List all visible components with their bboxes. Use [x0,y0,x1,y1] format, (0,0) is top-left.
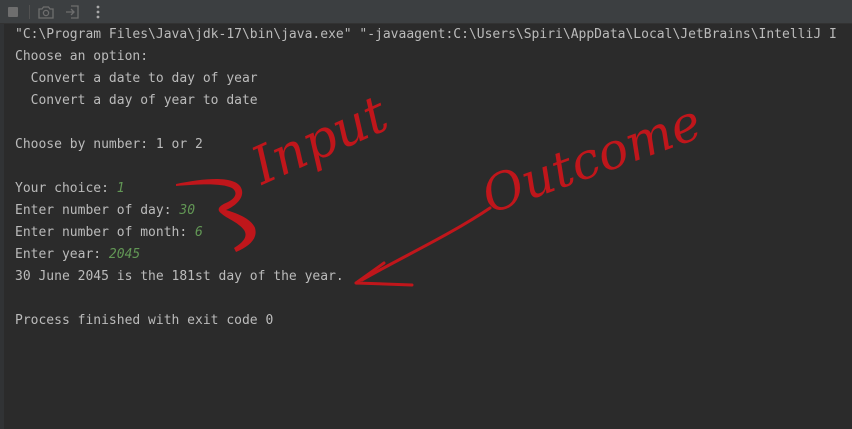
menu-option-1: Convert a date to day of year [15,71,258,86]
month-label: Enter number of month: [15,225,196,240]
toolbar-separator [29,4,30,19]
choice-value: 1 [116,181,125,196]
day-label: Enter number of day: [15,203,180,218]
year-line: Enter year: 2045 [15,244,852,266]
more-vertical-icon [96,5,100,19]
login-icon [65,4,79,19]
exit-message: Process finished with exit code 0 [15,313,274,328]
screenshot-button[interactable] [33,0,59,23]
camera-icon [38,5,54,19]
console-toolbar [0,0,852,24]
run-console-window: "C:\Program Files\Java\jdk-17\bin\java.e… [0,0,852,429]
command-line: "C:\Program Files\Java\jdk-17\bin\java.e… [15,27,837,42]
choice-line: Your choice: 1 [15,178,852,200]
year-label: Enter year: [15,247,109,262]
day-line: Enter number of day: 30 [15,200,852,222]
year-value: 2045 [108,247,141,262]
restore-layout-button[interactable] [59,0,85,23]
result-line: 30 June 2045 is the 181st day of the yea… [15,269,344,284]
more-options-button[interactable] [85,0,111,23]
day-value: 30 [179,203,196,218]
stop-button[interactable] [0,0,26,23]
stop-icon [7,6,19,18]
month-value: 6 [195,225,203,240]
month-line: Enter number of month: 6 [15,222,852,244]
menu-prompt: Choose an option: [15,49,149,64]
console-gutter [0,24,4,429]
choice-label: Your choice: [15,181,117,196]
menu-option-2: Convert a day of year to date [15,93,258,108]
console-output[interactable]: "C:\Program Files\Java\jdk-17\bin\java.e… [15,24,852,332]
choose-prompt: Choose by number: 1 or 2 [15,137,203,152]
